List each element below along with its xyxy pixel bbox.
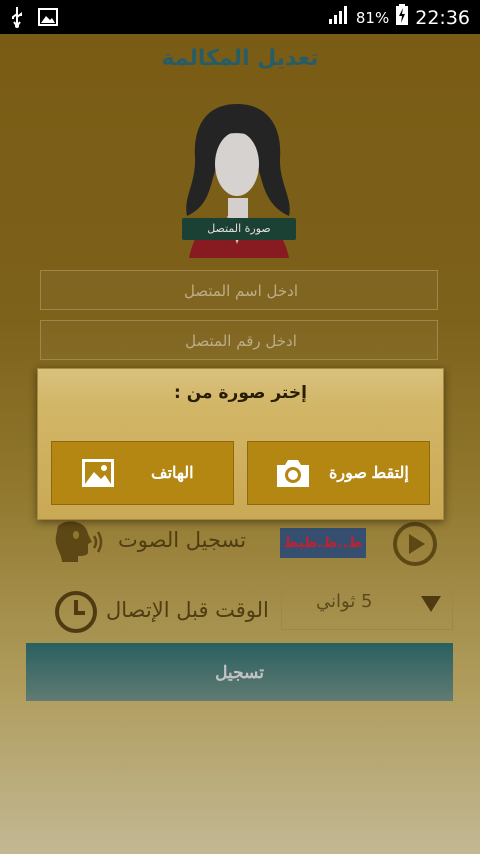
usb-icon — [10, 6, 24, 32]
status-bar: 81% 22:36 — [0, 0, 480, 34]
gallery-button[interactable]: الهاتف — [51, 441, 234, 505]
dialog-title: إختر صورة من : — [174, 383, 307, 403]
gallery-icon — [80, 457, 116, 492]
gallery-label: الهاتف — [151, 465, 194, 482]
battery-charging-icon — [395, 4, 409, 31]
camera-icon — [273, 457, 313, 492]
battery-percent: 81% — [355, 8, 390, 27]
clock: 22:36 — [415, 6, 470, 29]
image-notification-icon — [38, 8, 58, 30]
camera-button[interactable]: إلتقط صورة — [247, 441, 430, 505]
camera-label: إلتقط صورة — [329, 465, 409, 482]
signal-icon — [328, 5, 350, 30]
image-source-dialog: إختر صورة من : الهاتف إلتقط صورة — [37, 368, 444, 520]
